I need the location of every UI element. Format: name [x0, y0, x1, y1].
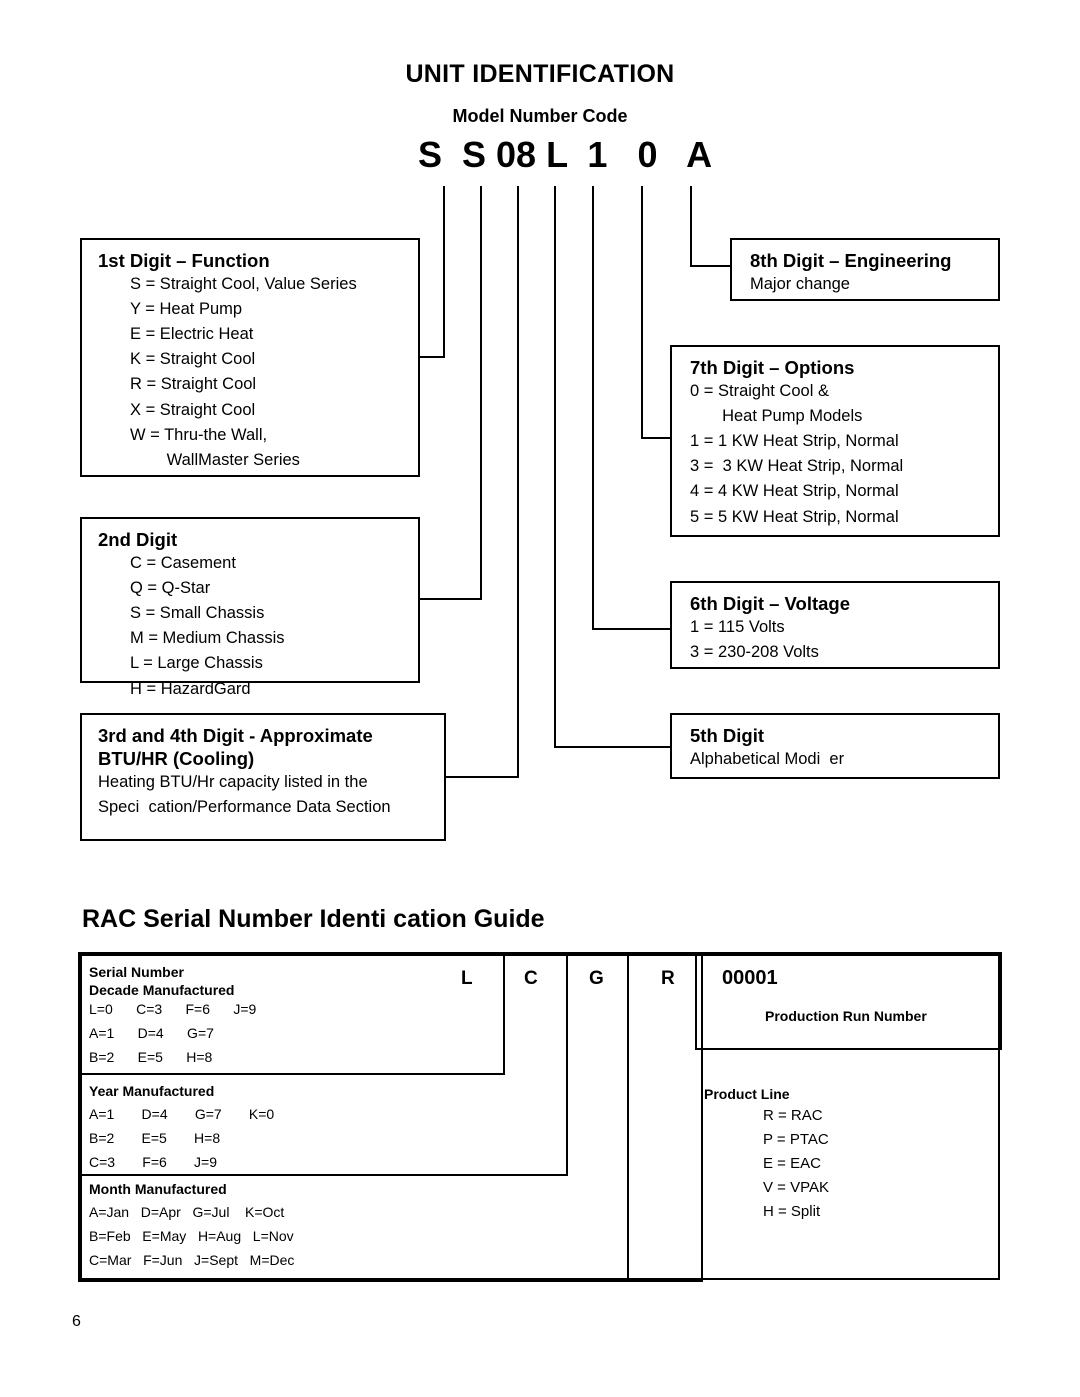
serial-code-decade: L [461, 968, 473, 989]
leader-digit-5-vertical [554, 206, 556, 748]
leader-digit-34-vertical [517, 206, 519, 778]
box-7th-digit-items: 0 = Straight Cool & Heat Pump Models 1 =… [690, 382, 904, 526]
serial-decade-heading: Serial Number [89, 964, 184, 980]
leader-digit-6-horizontal [592, 628, 672, 630]
box-1st-digit-function: 1st Digit – Function S = Straight Cool, … [80, 238, 420, 477]
serial-decade-block: Serial Number Decade Manufactured L=0 C=… [89, 965, 256, 1070]
serial-decade-rows: L=0 C=3 F=6 J=9 A=1 D=4 G=7 B=2 E=5 H=8 [89, 1001, 257, 1066]
leader-digit-8-vertical [690, 206, 692, 267]
serial-year-heading: Year Manufactured [89, 1083, 215, 1099]
box-2nd-digit-items: C = Casement Q = Q-Star S = Small Chassi… [130, 554, 285, 698]
serial-production-run-label: Production Run Number [765, 1008, 927, 1024]
document-page: UNIT IDENTIFICATION Model Number Code S … [0, 0, 1080, 1397]
leader-digit-1-vertical [443, 206, 445, 358]
serial-product-line-items: R = RAC P = PTAC E = EAC V = VPAK H = Sp… [763, 1107, 830, 1220]
model-number-code: S S 08 L 1 0 A [418, 134, 713, 175]
serial-decade-heading-2: Decade Manufactured [89, 982, 235, 998]
box-2nd-digit-heading: 2nd Digit [98, 529, 178, 550]
serial-month-heading: Month Manufactured [89, 1181, 227, 1197]
box-7th-digit-options: 7th Digit – Options 0 = Straight Cool & … [670, 345, 1000, 537]
leader-digit-6-vertical [592, 206, 594, 630]
serial-year-block: Year Manufactured A=1 D=4 G=7 K=0 B=2 E=… [89, 1084, 274, 1175]
page-number: 6 [72, 1313, 81, 1330]
box-6th-digit-heading: 6th Digit – Voltage [690, 593, 851, 614]
box-8th-digit-items: Major change [750, 275, 850, 294]
box-5th-digit-items: Alphabetical Modi er [690, 750, 845, 769]
box-6th-digit-items: 1 = 115 Volts 3 = 230-208 Volts [690, 618, 819, 662]
serial-code-month: G [589, 968, 604, 989]
leader-digit-2-vertical [480, 206, 482, 600]
leader-digit-8-horizontal [690, 265, 732, 267]
box-3rd-4th-digit-btu: 3rd and 4th Digit - Approximate BTU/HR (… [80, 713, 446, 841]
box-1st-digit-heading: 1st Digit – Function [98, 250, 270, 271]
serial-code-product-line: R [661, 968, 675, 989]
box-6th-digit-voltage: 6th Digit – Voltage 1 = 115 Volts 3 = 23… [670, 581, 1000, 669]
box-1st-digit-items: S = Straight Cool, Value Series Y = Heat… [130, 275, 357, 469]
leader-digit-7-horizontal [641, 437, 672, 439]
box-2nd-digit: 2nd Digit C = Casement Q = Q-Star S = Sm… [80, 517, 420, 698]
page-title: UNIT IDENTIFICATION [405, 60, 675, 88]
serial-month-block: Month Manufactured A=Jan D=Apr G=Jul K=O… [89, 1182, 294, 1273]
serial-code-year: C [524, 968, 538, 989]
leader-digit-2-horizontal [420, 598, 482, 600]
box-3rd-4th-digit-heading: 3rd and 4th Digit - Approximate [98, 725, 373, 746]
box-5th-digit-heading: 5th Digit [690, 725, 764, 746]
box-5th-digit: 5th Digit Alphabetical Modi er [670, 713, 1000, 779]
leader-digit-1-horizontal [420, 356, 445, 358]
leader-digit-34-horizontal [445, 776, 519, 778]
leader-digit-5-horizontal [554, 746, 672, 748]
box-3rd-4th-digit-items: Heating BTU/Hr capacity listed in the Sp… [98, 773, 391, 817]
serial-month-rows: A=Jan D=Apr G=Jul K=Oct B=Feb E=May H=Au… [89, 1204, 295, 1269]
serial-guide-title: RAC Serial Number Identi cation Guide [82, 905, 545, 933]
box-3rd-4th-digit-heading-2: BTU/HR (Cooling) [98, 748, 255, 770]
serial-product-line-heading: Product Line [704, 1086, 790, 1102]
serial-code-run: 00001 [722, 967, 778, 989]
serial-year-rows: A=1 D=4 G=7 K=0 B=2 E=5 H=8 C=3 F=6 J=9 [89, 1106, 275, 1171]
page-subtitle: Model Number Code [452, 106, 628, 126]
leader-digit-7-vertical [641, 206, 643, 439]
box-8th-digit-heading: 8th Digit – Engineering [750, 250, 952, 271]
box-8th-digit-engineering: 8th Digit – Engineering Major change [730, 238, 1000, 301]
box-7th-digit-heading: 7th Digit – Options [690, 357, 855, 378]
